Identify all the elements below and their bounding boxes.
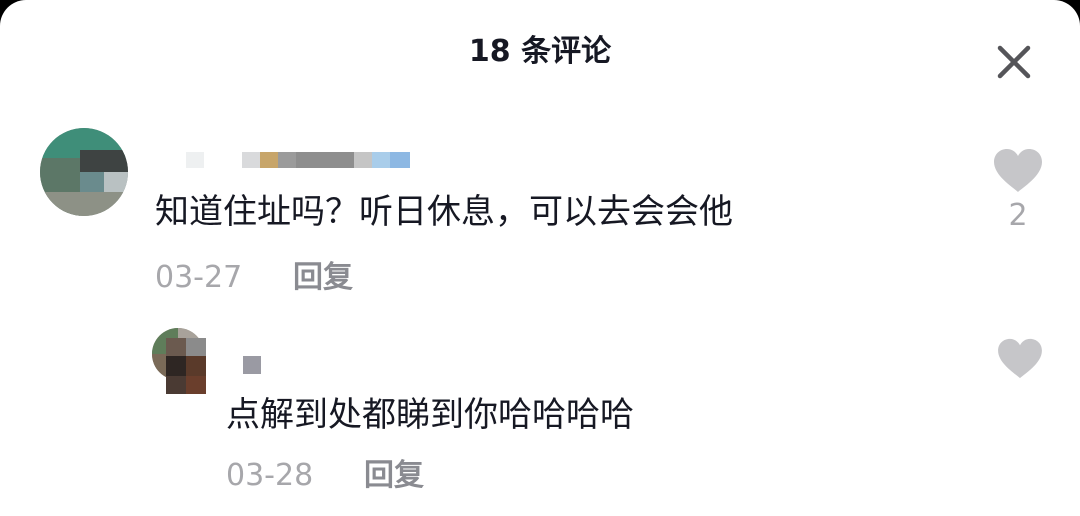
avatar[interactable] — [40, 128, 128, 216]
heart-icon[interactable] — [992, 148, 1044, 198]
username-mosaic — [186, 152, 416, 168]
comment-date: 03-27 — [155, 260, 243, 295]
comment-text: 知道住址吗？听日休息，可以去会会他 — [155, 192, 733, 232]
comment-date: 03-28 — [226, 458, 314, 493]
comments-sheet: 18 条评论 知道住址吗？听日休息，可以去会会他 03-27 回复 2 点解到处… — [0, 0, 1080, 516]
comments-title: 18 条评论 — [468, 34, 612, 69]
reply-button[interactable]: 回复 — [293, 260, 353, 296]
close-icon[interactable] — [990, 38, 1038, 86]
comment-text: 点解到处都睇到你哈哈哈哈 — [226, 395, 634, 435]
username-mosaic — [243, 356, 261, 374]
heart-icon[interactable] — [996, 338, 1044, 384]
reply-button[interactable]: 回复 — [364, 458, 424, 494]
avatar-mosaic-overlay — [166, 338, 206, 394]
like-count: 2 — [1008, 198, 1028, 233]
